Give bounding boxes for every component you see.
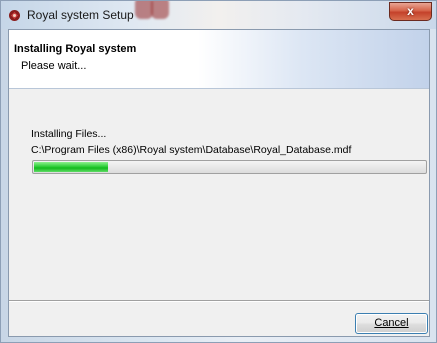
cancel-button[interactable]: Cancel xyxy=(355,313,428,334)
wizard-body: Installing Royal system Please wait... I… xyxy=(8,29,430,337)
wizard-header: Installing Royal system Please wait... xyxy=(9,30,429,89)
titlebar-decoration xyxy=(151,1,169,19)
header-subtitle: Please wait... xyxy=(21,60,87,72)
current-file-path: C:\Program Files (x86)\Royal system\Data… xyxy=(31,144,352,156)
royal-app-icon xyxy=(9,10,20,21)
close-icon: x xyxy=(407,4,414,18)
title-bar[interactable]: Royal system Setup x xyxy=(1,1,436,29)
header-title: Installing Royal system xyxy=(14,43,137,55)
cancel-button-label: Cancel xyxy=(374,317,409,329)
close-button[interactable]: x xyxy=(389,2,432,21)
setup-window: Royal system Setup x Installing Royal sy… xyxy=(0,0,437,343)
footer-separator xyxy=(9,300,429,302)
window-title: Royal system Setup xyxy=(27,8,134,22)
install-status: Installing Files... xyxy=(31,128,107,140)
progress-fill xyxy=(34,162,108,172)
install-progress-bar xyxy=(32,160,427,174)
